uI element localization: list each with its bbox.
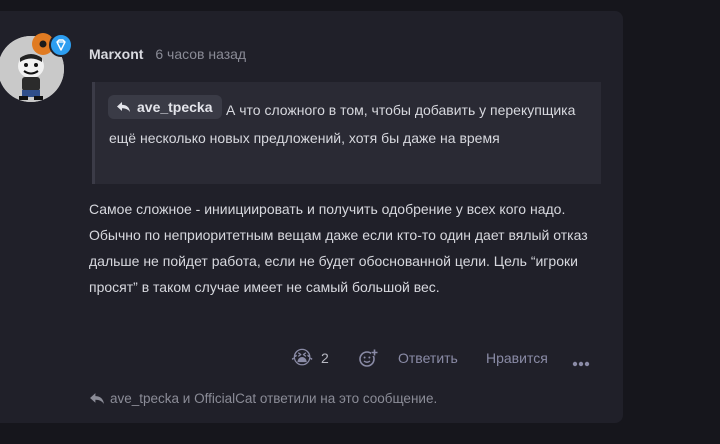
message-body: Самое сложное - инииции­ровать и получит… [89,201,588,295]
message-card: Marxont 6 часов назад А что сложного в т… [0,11,623,423]
reply-button[interactable]: Ответить [398,350,458,366]
reaction-count[interactable]: 2 [321,350,329,366]
post-timestamp[interactable]: 6 часов назад [155,46,246,62]
post-header: Marxont 6 часов назад [89,46,246,62]
author-name[interactable]: Marxont [89,46,143,62]
quote-block: А что сложного в том, чтобы добавить у п… [92,82,601,184]
reply-arrow-icon [90,393,104,404]
replies-note[interactable]: ave_tpecka и OfficialCat ответили на это… [89,391,437,406]
quote-author-pill[interactable]: ave_tpecka [108,95,222,119]
reply-arrow-icon [117,102,130,112]
action-bar: 😭 2 Ответить Нравится [0,347,623,371]
more-dots-icon[interactable] [572,354,590,370]
like-button[interactable]: Нравится [486,350,548,366]
diamond-icon [49,33,73,57]
reaction-emoji[interactable]: 😭 [291,347,313,370]
add-reaction-icon[interactable] [358,348,378,371]
replies-note-text: ave_tpecka и OfficialCat ответили на это… [110,391,438,406]
quote-author-name: ave_tpecka [137,99,213,115]
